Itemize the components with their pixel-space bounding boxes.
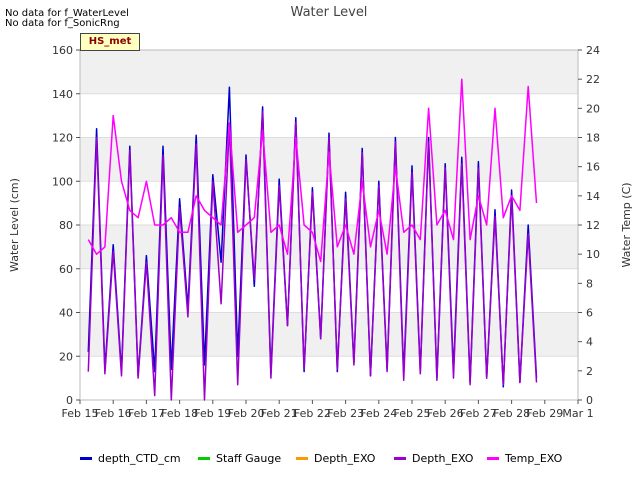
legend-label: Staff Gauge [216,452,282,465]
chart-title: Water Level [291,5,368,20]
legend-item-staff-gauge: Staff Gauge [198,452,281,465]
grid-band [80,50,578,94]
y2-tick-label: 4 [586,336,593,349]
y-axis-label: Water Level (cm) [8,178,21,272]
water-level-chart: 0204060801001201401600246810121416182022… [8,5,633,420]
grid-band [80,225,578,269]
x-tick-label: Feb 21 [261,407,298,420]
legend-item-depth-exo-orange: Depth_EXO [296,452,375,465]
x-tick-label: Feb 28 [493,407,530,420]
grid-band [80,312,578,357]
legend-swatch [296,457,308,460]
legend-swatch [80,457,92,460]
legend-label: depth_CTD_cm [98,452,181,465]
y2-tick-label: 0 [586,394,593,407]
y-tick-label: 40 [59,307,73,320]
y-tick-label: 140 [52,88,73,101]
legend-swatch [394,457,406,460]
y2-tick-label: 10 [586,248,600,261]
x-tick-label: Feb 20 [228,407,265,420]
x-tick-label: Mar 1 [562,407,593,420]
x-tick-label: Feb 19 [194,407,231,420]
y-tick-label: 0 [66,394,73,407]
legend-label: Depth_EXO [314,452,376,465]
y-tick-label: 160 [52,44,73,57]
y2-tick-label: 12 [586,219,600,232]
y2-tick-label: 16 [586,161,600,174]
x-tick-label: Feb 15 [62,407,99,420]
y2-tick-label: 18 [586,132,600,145]
y2-tick-label: 2 [586,365,593,378]
x-tick-label: Feb 25 [394,407,431,420]
y-tick-label: 100 [52,175,73,188]
x-tick-label: Feb 26 [427,407,464,420]
x-tick-label: Feb 27 [460,407,497,420]
y2-tick-label: 8 [586,277,593,290]
legend-item-depth-exo-purple: Depth_EXO [394,452,473,465]
y-tick-label: 120 [52,132,73,145]
station-badge: HS_met [80,33,140,51]
legend-item-depth-ctd: depth_CTD_cm [80,452,181,465]
legend-label: Temp_EXO [505,452,563,465]
x-tick-label: Feb 16 [95,407,132,420]
legend-label: Depth_EXO [412,452,474,465]
x-tick-label: Feb 22 [294,407,331,420]
chart-legend: depth_CTD_cm Staff Gauge Depth_EXO Depth… [0,452,640,470]
x-tick-label: Feb 17 [128,407,165,420]
legend-swatch [487,457,499,460]
y2-axis-label: Water Temp (C) [620,182,633,267]
y-tick-label: 60 [59,263,73,276]
legend-item-temp-exo: Temp_EXO [487,452,562,465]
y-tick-label: 80 [59,219,73,232]
y2-tick-label: 20 [586,102,600,115]
x-tick-label: Feb 24 [360,407,397,420]
x-tick-label: Feb 18 [161,407,198,420]
no-data-note-sonicrng: No data for f_SonicRng [5,18,120,29]
y-tick-label: 20 [59,350,73,363]
y2-tick-label: 22 [586,73,600,86]
legend-swatch [198,457,210,460]
y2-tick-label: 24 [586,44,600,57]
x-tick-label: Feb 29 [526,407,563,420]
y2-tick-label: 14 [586,190,600,203]
x-tick-label: Feb 23 [327,407,364,420]
y2-tick-label: 6 [586,307,593,320]
